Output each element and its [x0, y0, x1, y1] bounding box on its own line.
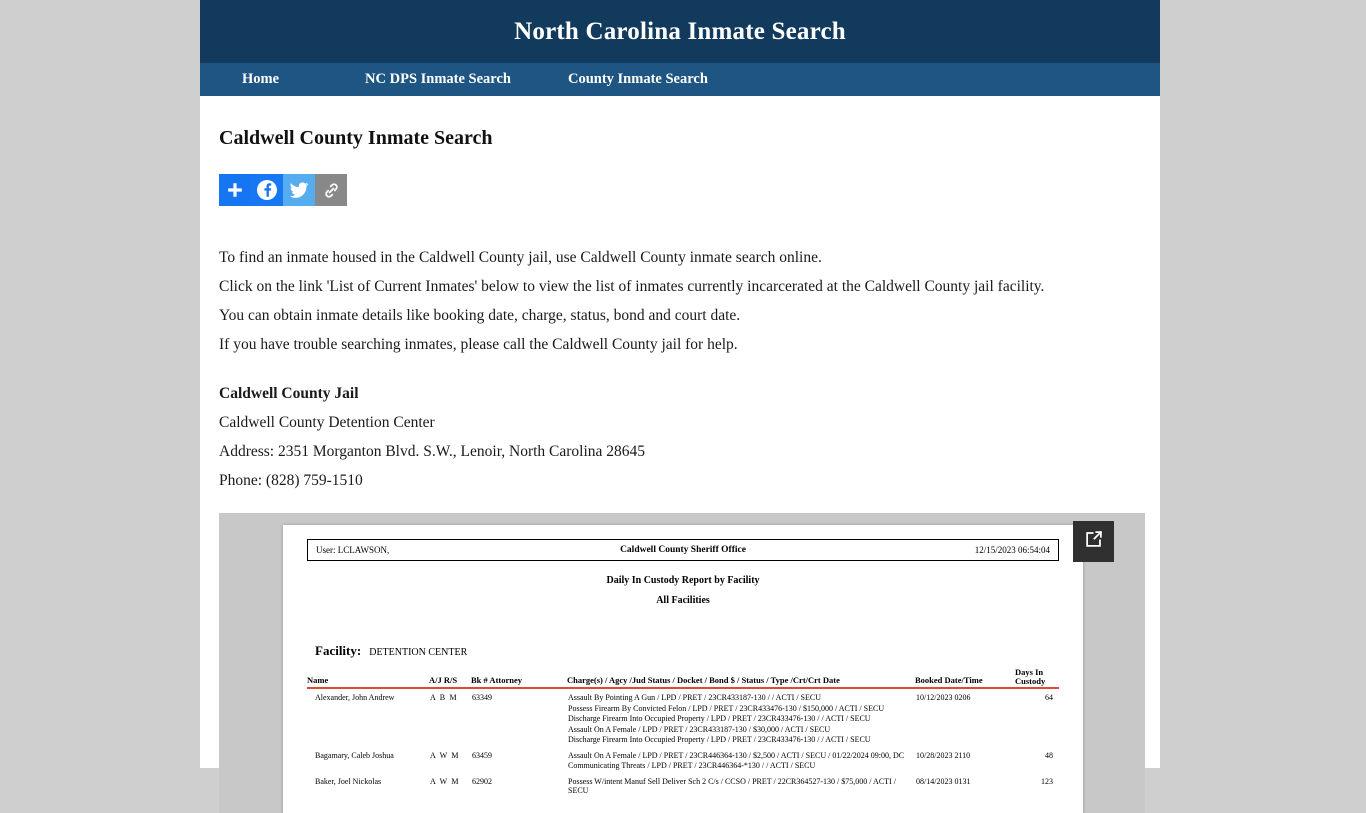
- table-row: Bagamary, Caleb Joshua A W M 63459 Assault …: [307, 747, 1059, 773]
- facility-value: DETENTION CENTER: [369, 646, 468, 658]
- facility-row: Facility: DETENTION CENTER: [307, 643, 1059, 659]
- column-header-bk-attorney: Bk # Attorney: [471, 667, 567, 690]
- jail-heading: Caldwell County Jail: [219, 385, 359, 403]
- external-link-icon: [1083, 528, 1105, 555]
- jail-facility-name: Caldwell County Detention Center: [219, 414, 435, 432]
- share-plus-button[interactable]: [219, 174, 251, 206]
- column-header-charges: Charge(s) / Agcy /Jud Status / Docket / …: [567, 667, 915, 690]
- plus-icon: [226, 181, 244, 199]
- share-twitter-button[interactable]: [283, 174, 315, 206]
- inmate-name: Bagamary, Caleb Joshua: [315, 750, 394, 760]
- site-title: North Carolina Inmate Search: [514, 17, 846, 45]
- charge-line: Assault By Pointing A Gun / LPD / PRET /…: [568, 693, 821, 703]
- pdf-page: User: LCLAWSON, Caldwell County Sheriff …: [283, 524, 1083, 813]
- charge-line: Communicating Threats / LPD / PRET / 23C…: [568, 761, 816, 771]
- intro-line-3: You can obtain inmate details like booki…: [219, 306, 741, 324]
- inmate-charges: Possess W/intent Manuf Sell Deliver Sch …: [567, 773, 915, 798]
- column-header-ajrs: A/J R/S: [429, 667, 471, 690]
- jail-address: Address: 2351 Morganton Blvd. S.W., Leno…: [219, 443, 646, 461]
- charge-line: Discharge Firearm Into Occupied Property…: [568, 735, 871, 745]
- nav-item-home[interactable]: Home: [242, 71, 279, 88]
- inmate-charges: Assault On A Female / LPD / PRET / 23CR4…: [567, 747, 915, 773]
- inmate-report-table: Name A/J R/S Bk # Attorney Charge(s) / A…: [307, 667, 1059, 798]
- nav-item-county-inmate-search[interactable]: County Inmate Search: [568, 71, 708, 88]
- page-title: Caldwell County Inmate Search: [219, 127, 493, 149]
- inmate-booking-number: 63459: [472, 750, 492, 760]
- table-row: Baker, Joel Nickolas A W M 62902 Possess W/…: [307, 773, 1059, 798]
- share-facebook-button[interactable]: [251, 174, 283, 206]
- charge-line: Discharge Firearm Into Occupied Property…: [568, 714, 871, 724]
- pdf-office: Caldwell County Sheriff Office: [620, 544, 746, 555]
- inmate-booked-datetime: 10/12/2023 0206: [916, 693, 971, 703]
- pdf-report-scope: All Facilities: [656, 594, 710, 606]
- charge-line: Assault On A Female / LPD / PRET / 23CR4…: [568, 724, 831, 734]
- charge-line: Possess W/intent Manuf Sell Deliver Sch …: [568, 776, 896, 795]
- inmate-charges: Assault By Pointing A Gun / LPD / PRET /…: [567, 688, 915, 746]
- share-buttons: [219, 174, 1140, 206]
- inmate-days-in-custody: 48: [1045, 750, 1053, 760]
- inmate-booked-datetime: 08/14/2023 0131: [916, 776, 971, 786]
- intro-line-1: To find an inmate housed in the Caldwell…: [219, 249, 822, 266]
- page-content: Caldwell County Inmate Search To find an…: [200, 96, 1160, 813]
- inmate-name: Alexander, John Andrew: [315, 693, 395, 703]
- inmate-booking-number: 63349: [472, 693, 492, 703]
- jail-info: Caldwell County Jail Caldwell County Det…: [219, 384, 1140, 491]
- charge-line: Assault On A Female / LPD / PRET / 23CR4…: [568, 750, 905, 760]
- main-navigation: Home NC DPS Inmate Search County Inmate …: [200, 63, 1160, 96]
- intro-line-2: Click on the link 'List of Current Inmat…: [219, 277, 1045, 295]
- inmate-booked-datetime: 10/28/2023 2110: [916, 750, 971, 760]
- inmate-ajrs: A W M: [430, 776, 460, 786]
- inmate-days-in-custody: 64: [1045, 693, 1053, 703]
- inmate-ajrs: A W M: [430, 750, 460, 760]
- inmate-name: Baker, Joel Nickolas: [315, 776, 382, 786]
- nav-item-nc-dps-inmate-search[interactable]: NC DPS Inmate Search: [365, 71, 511, 88]
- charge-line: Possess Firearm By Convicted Felon / LPD…: [568, 703, 885, 713]
- facebook-icon: [256, 179, 278, 201]
- share-link-button[interactable]: [315, 174, 347, 206]
- table-body: Alexander, John Andrew A B M 63349 Assault …: [307, 688, 1059, 797]
- pdf-report-title: Daily In Custody Report by Facility: [606, 574, 760, 586]
- site-header: North Carolina Inmate Search: [200, 0, 1160, 63]
- open-in-new-window-button[interactable]: [1073, 520, 1114, 562]
- pdf-timestamp: 12/15/2023 06:54:04: [974, 544, 1050, 555]
- column-header-name: Name: [307, 667, 429, 690]
- inmate-booking-number: 62902: [472, 776, 492, 786]
- inmate-ajrs: A B M: [430, 693, 458, 703]
- intro-text: To find an inmate housed in the Caldwell…: [219, 248, 1140, 355]
- pdf-header-bar: User: LCLAWSON, Caldwell County Sheriff …: [307, 538, 1059, 561]
- column-header-booked: Booked Date/Time: [915, 667, 1015, 690]
- days-header-line-2: Custody: [1015, 675, 1046, 686]
- table-header-row: Name A/J R/S Bk # Attorney Charge(s) / A…: [307, 667, 1059, 690]
- twitter-bird-icon: [289, 180, 309, 200]
- jail-phone: Phone: (828) 759-1510: [219, 472, 363, 490]
- intro-line-4: If you have trouble searching inmates, p…: [219, 335, 738, 353]
- link-chain-icon: [322, 181, 341, 200]
- facility-label: Facility:: [315, 642, 362, 658]
- column-header-days-in-custody: Days In Custody: [1015, 667, 1059, 690]
- table-row: Alexander, John Andrew A B M 63349 Assault …: [307, 688, 1059, 746]
- page-container: North Carolina Inmate Search Home NC DPS…: [200, 0, 1160, 813]
- inmate-days-in-custody: 123: [1041, 776, 1053, 786]
